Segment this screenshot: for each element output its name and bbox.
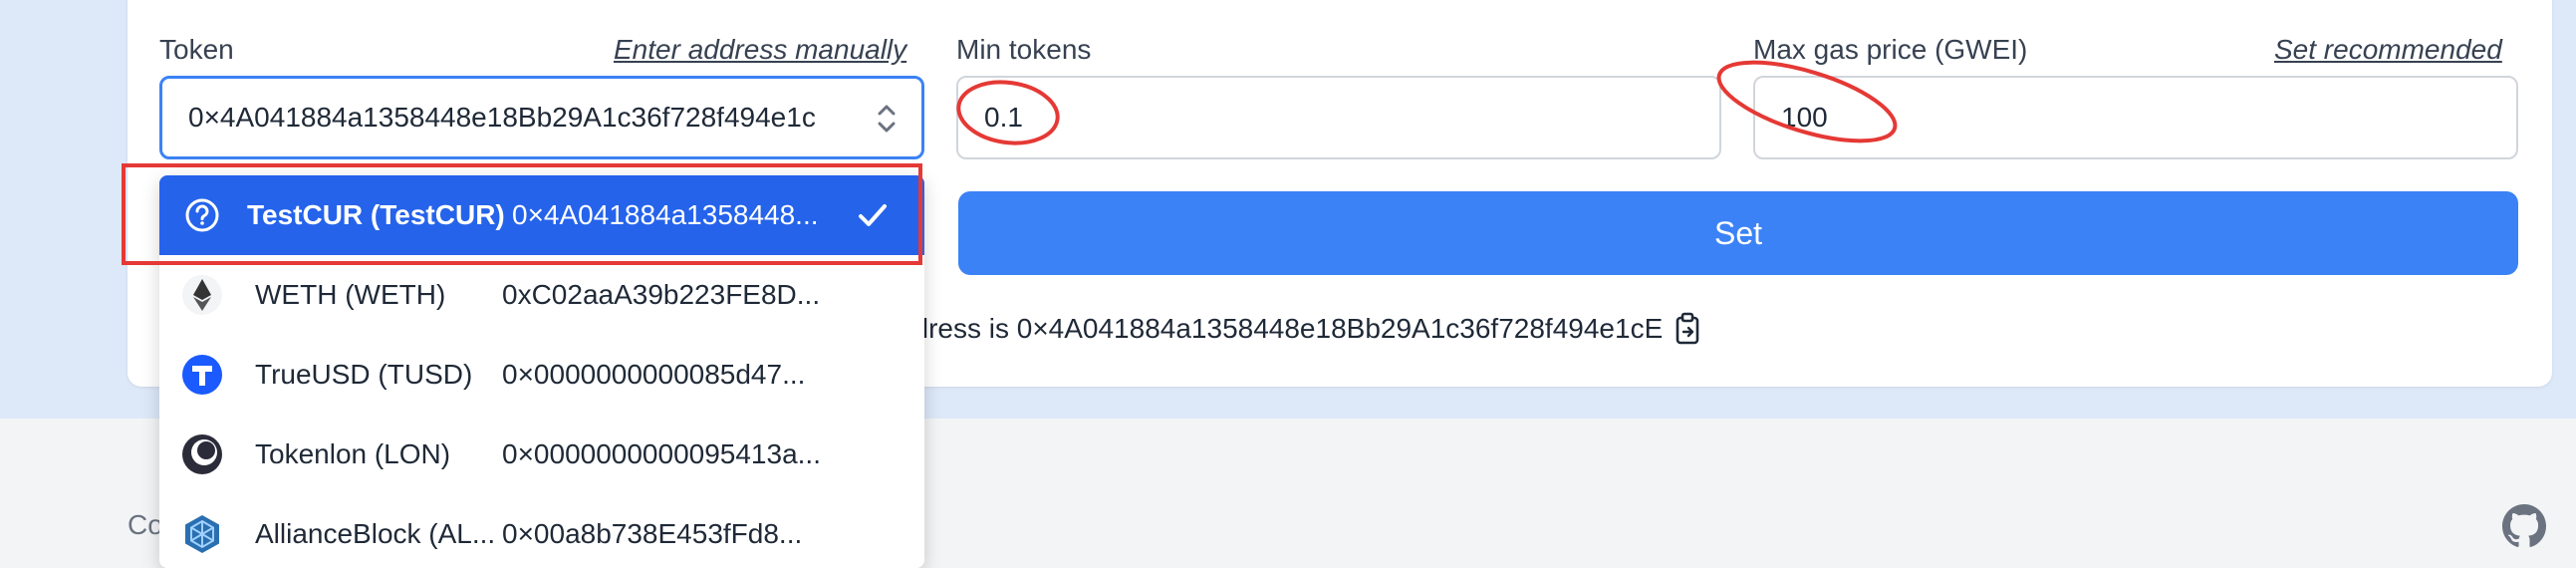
annotation-circle-min-tokens — [956, 80, 1060, 145]
annotation-circle-gas — [1716, 60, 1898, 143]
annotation-overlay — [956, 60, 1898, 145]
